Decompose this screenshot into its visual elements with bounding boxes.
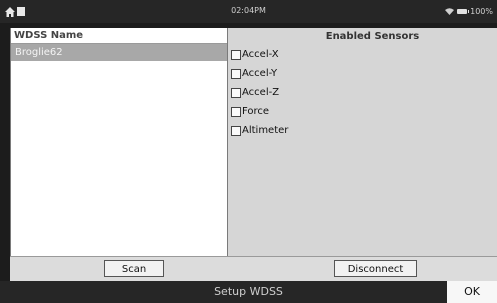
setup-wdss-screen: 02:04PM 100% WDSS Name Broglie62 Enabled…: [0, 0, 497, 303]
device-list-header: WDSS Name: [11, 28, 227, 44]
sensor-label: Accel-Z: [242, 87, 280, 98]
sensor-label: Accel-X: [242, 49, 279, 60]
sensor-accel-z[interactable]: Accel-Z: [228, 83, 497, 102]
sensor-label: Accel-Y: [242, 68, 278, 79]
sensor-label: Force: [242, 106, 270, 117]
device-list-item[interactable]: Broglie62: [11, 44, 227, 61]
button-bar: Scan Disconnect: [10, 256, 497, 281]
accel-z-checkbox[interactable]: [231, 87, 241, 98]
force-checkbox[interactable]: [231, 106, 241, 117]
scan-button[interactable]: Scan: [104, 260, 164, 277]
sensor-accel-x[interactable]: Accel-X: [228, 45, 497, 64]
sensor-force[interactable]: Force: [228, 102, 497, 121]
footer-bar: Setup WDSS OK: [0, 281, 497, 303]
disconnect-button[interactable]: Disconnect: [334, 260, 417, 277]
sensors-header: Enabled Sensors: [325, 31, 420, 42]
wifi-icon: [445, 8, 455, 15]
main-panel: WDSS Name Broglie62 Enabled Sensors Acce…: [10, 28, 497, 256]
page-title: Setup WDSS: [214, 285, 283, 298]
sensor-accel-y[interactable]: Accel-Y: [228, 64, 497, 83]
sensor-altimeter[interactable]: Altimeter: [228, 121, 497, 140]
status-time: 02:04PM: [231, 6, 266, 15]
accel-x-checkbox[interactable]: [231, 49, 241, 60]
accel-y-checkbox[interactable]: [231, 68, 241, 79]
device-list-panel: WDSS Name Broglie62: [10, 28, 228, 256]
status-right-icons: 100%: [445, 5, 493, 18]
altimeter-checkbox[interactable]: [231, 125, 241, 136]
sensor-label: Altimeter: [242, 125, 289, 136]
sensors-panel: Enabled Sensors Accel-X Accel-Y Accel-Z …: [228, 28, 497, 256]
status-bar: 02:04PM 100%: [0, 0, 497, 23]
battery-icon: [457, 9, 470, 14]
ok-button[interactable]: OK: [447, 281, 497, 303]
battery-percent: 100%: [470, 7, 493, 16]
